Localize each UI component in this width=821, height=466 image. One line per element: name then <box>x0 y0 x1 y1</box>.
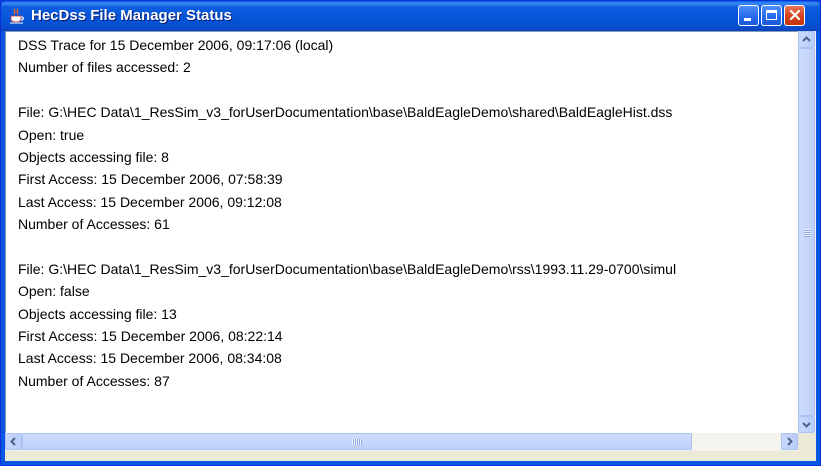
scroll-right-arrow-icon <box>787 437 793 446</box>
trace-line: File: G:\HEC Data\1_ResSim_v3_forUserDoc… <box>18 260 677 277</box>
minimize-icon <box>744 18 751 21</box>
scroll-down-arrow-icon <box>802 422 811 428</box>
window-title: HecDss File Manager Status <box>31 7 232 24</box>
trace-line: First Access: 15 December 2006, 07:58:39 <box>18 171 283 188</box>
trace-line: Number of Accesses: 87 <box>18 372 170 389</box>
maximize-icon <box>766 10 777 20</box>
window-client-area: DSS Trace for 15 December 2006, 09:17:06… <box>5 31 816 461</box>
trace-line: Last Access: 15 December 2006, 08:34:08 <box>18 350 282 367</box>
scroll-down-button[interactable] <box>798 416 815 433</box>
status-window: HecDss File Manager Status DSS Trace for… <box>0 0 821 466</box>
trace-line: Open: true <box>18 126 85 143</box>
trace-line: Number of Accesses: 61 <box>18 216 170 233</box>
trace-line: Number of files accessed: 2 <box>18 59 191 76</box>
horizontal-scrollbar[interactable] <box>5 433 798 451</box>
maximize-button[interactable] <box>761 5 782 26</box>
trace-line: Objects accessing file: 13 <box>18 305 177 322</box>
trace-lines: DSS Trace for 15 December 2006, 09:17:06… <box>18 34 676 392</box>
scroll-left-button[interactable] <box>5 433 22 450</box>
close-icon <box>789 9 801 21</box>
trace-line: Objects accessing file: 8 <box>18 148 169 165</box>
vertical-scroll-thumb[interactable] <box>798 48 815 416</box>
trace-line: File: G:\HEC Data\1_ResSim_v3_forUserDoc… <box>18 104 673 121</box>
scroll-grip-icon <box>804 229 810 237</box>
scrollbar-corner <box>798 433 816 451</box>
vertical-scrollbar[interactable] <box>798 31 816 433</box>
horizontal-scroll-thumb[interactable] <box>22 433 692 450</box>
java-coffee-cup-icon <box>10 8 24 24</box>
close-button[interactable] <box>784 5 805 26</box>
trace-line: First Access: 15 December 2006, 08:22:14 <box>18 328 283 345</box>
minimize-button[interactable] <box>738 5 759 26</box>
scroll-up-button[interactable] <box>798 31 815 48</box>
trace-text-area[interactable]: DSS Trace for 15 December 2006, 09:17:06… <box>5 31 799 434</box>
trace-line: DSS Trace for 15 December 2006, 09:17:06… <box>18 37 334 53</box>
trace-line: Open: false <box>18 283 90 300</box>
scroll-grip-icon <box>352 439 362 445</box>
scroll-right-button[interactable] <box>781 433 798 450</box>
trace-line <box>18 236 676 258</box>
trace-line: Last Access: 15 December 2006, 09:12:08 <box>18 193 282 210</box>
title-bar[interactable]: HecDss File Manager Status <box>1 1 820 31</box>
scroll-left-arrow-icon <box>10 437 16 446</box>
scroll-up-arrow-icon <box>802 36 811 42</box>
trace-line <box>18 79 676 101</box>
